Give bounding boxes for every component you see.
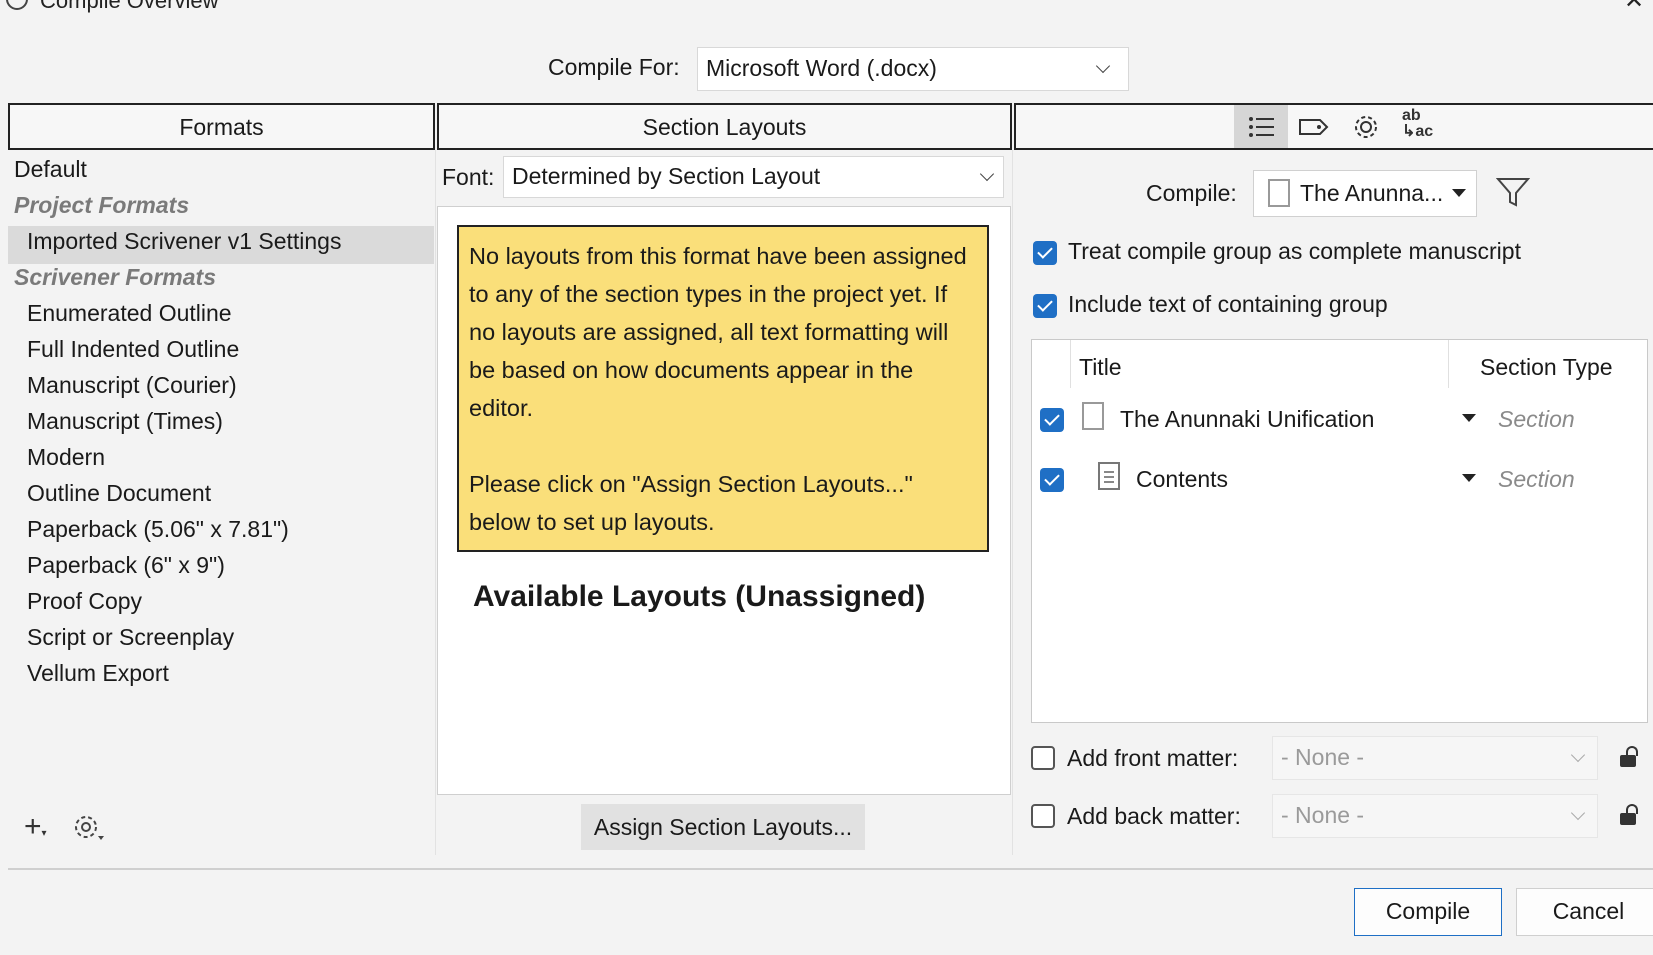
format-item[interactable]: Manuscript (Courier): [27, 372, 237, 399]
chevron-down-icon: [1570, 747, 1586, 763]
format-item[interactable]: Outline Document: [27, 480, 211, 507]
col-section-type-header[interactable]: Section Type: [1480, 354, 1613, 381]
table-row-section-type[interactable]: Section: [1498, 406, 1575, 433]
format-item[interactable]: Modern: [27, 444, 105, 471]
filter-icon[interactable]: [1496, 176, 1530, 208]
dropdown-arrow-icon: [1452, 189, 1466, 197]
chevron-down-icon: [1570, 805, 1586, 821]
list-icon: [1249, 117, 1274, 137]
front-matter-select[interactable]: - None -: [1272, 736, 1598, 780]
list-view-tab[interactable]: [1234, 105, 1288, 148]
treat-group-label: Treat compile group as complete manuscri…: [1068, 238, 1521, 264]
back-matter-value: - None -: [1281, 801, 1365, 828]
back-matter-select[interactable]: - None -: [1272, 794, 1598, 838]
table-row-title[interactable]: Contents: [1136, 466, 1228, 493]
app-icon: [6, 0, 28, 10]
replace-text-icon[interactable]: ab ↳ac: [1402, 108, 1433, 140]
chevron-down-icon: [979, 166, 995, 182]
front-matter-checkbox[interactable]: [1031, 746, 1055, 770]
col-title-header[interactable]: Title: [1079, 354, 1122, 381]
chevron-down-icon: [1095, 58, 1111, 74]
table-divider: [1448, 340, 1449, 388]
contents-toolbar: ab ↳ac: [1014, 103, 1653, 150]
format-item[interactable]: Manuscript (Times): [27, 408, 223, 435]
format-item[interactable]: Script or Screenplay: [27, 624, 234, 651]
compile-group-label: Compile:: [1146, 180, 1237, 206]
format-item[interactable]: Full Indented Outline: [27, 336, 239, 363]
table-row-section-type[interactable]: Section: [1498, 466, 1575, 493]
format-item[interactable]: Paperback (5.06" x 7.81"): [27, 516, 289, 543]
font-label: Font:: [442, 164, 495, 190]
compile-for-value: Microsoft Word (.docx): [706, 54, 937, 81]
project-formats-group: Project Formats: [14, 192, 190, 218]
include-text-label: Include text of containing group: [1068, 291, 1388, 317]
column-divider: [1012, 150, 1013, 855]
front-matter-value: - None -: [1281, 743, 1365, 770]
section-type-dropdown-icon[interactable]: [1462, 414, 1476, 422]
close-icon[interactable]: ✕: [1624, 0, 1644, 15]
compile-group-select[interactable]: The Anunna...: [1253, 170, 1477, 217]
format-default[interactable]: Default: [14, 156, 87, 183]
back-matter-label: Add back matter:: [1067, 803, 1241, 829]
column-divider: [435, 150, 436, 855]
include-text-checkbox[interactable]: [1033, 294, 1057, 318]
document-stack-icon: [1268, 179, 1290, 207]
note-paragraph-2: Please click on "Assign Section Layouts.…: [469, 471, 913, 535]
format-item[interactable]: Paperback (6" x 9"): [27, 552, 225, 579]
format-item[interactable]: Enumerated Outline: [27, 300, 232, 327]
note-paragraph-1: No layouts from this format have been as…: [469, 243, 967, 421]
section-type-dropdown-icon[interactable]: [1462, 474, 1476, 482]
font-select[interactable]: Determined by Section Layout: [503, 156, 1004, 198]
section-layouts-header: Section Layouts: [437, 103, 1012, 150]
tag-icon[interactable]: [1298, 117, 1330, 137]
compile-group-value: The Anunna...: [1300, 180, 1444, 206]
front-matter-label: Add front matter:: [1067, 745, 1239, 771]
back-matter-checkbox[interactable]: [1031, 804, 1055, 828]
scrivener-formats-group: Scrivener Formats: [14, 264, 216, 290]
folder-document-icon: [1082, 402, 1104, 430]
table-divider: [1070, 340, 1071, 388]
title-bar: Compile Overview ✕: [0, 0, 1653, 24]
add-format-icon[interactable]: +▾: [24, 812, 47, 849]
settings-gear-icon[interactable]: [1352, 113, 1380, 141]
format-item[interactable]: Proof Copy: [27, 588, 142, 615]
available-layouts-heading: Available Layouts (Unassigned): [473, 580, 926, 613]
compile-button[interactable]: Compile: [1354, 888, 1502, 936]
treat-group-checkbox[interactable]: [1033, 241, 1057, 265]
assign-section-layouts-button[interactable]: Assign Section Layouts...: [581, 804, 865, 850]
contents-table: Title Section Type The Anunnaki Unificat…: [1031, 339, 1648, 723]
row-include-checkbox[interactable]: [1040, 408, 1064, 432]
formats-header: Formats: [8, 103, 435, 150]
font-select-value: Determined by Section Layout: [512, 162, 821, 189]
format-item-imported[interactable]: Imported Scrivener v1 Settings: [27, 228, 341, 255]
gear-icon[interactable]: [72, 814, 106, 842]
footer-divider: [8, 868, 1653, 870]
no-layouts-note: No layouts from this format have been as…: [457, 225, 989, 552]
compile-for-select[interactable]: Microsoft Word (.docx): [697, 47, 1129, 91]
row-include-checkbox[interactable]: [1040, 468, 1064, 492]
window-title: Compile Overview: [40, 0, 219, 13]
cancel-button[interactable]: Cancel: [1516, 888, 1653, 936]
table-row-title[interactable]: The Anunnaki Unification: [1120, 406, 1374, 433]
document-icon: [1098, 462, 1120, 490]
format-item[interactable]: Vellum Export: [27, 660, 169, 687]
compile-for-label: Compile For:: [548, 54, 680, 80]
